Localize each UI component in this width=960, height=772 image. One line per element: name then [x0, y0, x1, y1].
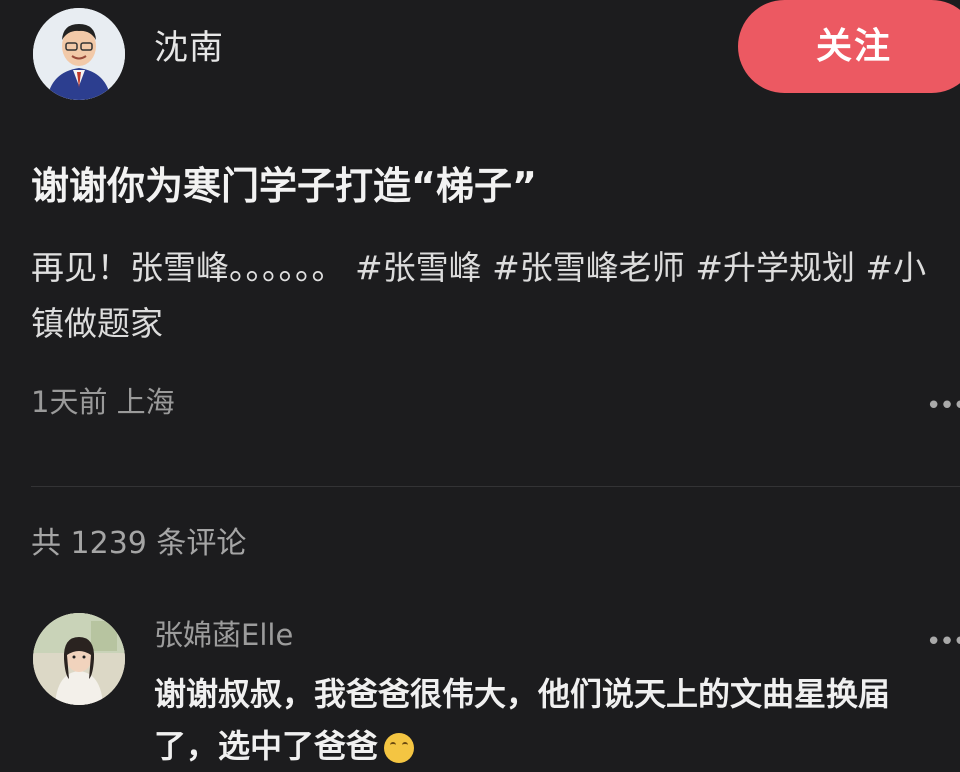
post-body: 再见！张雪峰。。。。。。 #张雪峰 #张雪峰老师 #升学规划 #小镇做题家	[31, 240, 951, 352]
post-text: 再见！张雪峰。。。。。。	[31, 248, 345, 287]
follow-button[interactable]: 关注	[738, 0, 960, 93]
comment-body: 谢谢叔叔，我爸爸很伟大，他们说天上的文曲星换届了，选中了爸爸	[154, 675, 891, 765]
post-meta: 1天前 上海	[31, 382, 175, 422]
author-name[interactable]: 沈南	[154, 26, 224, 70]
hashtag[interactable]: #升学规划	[695, 248, 855, 287]
author-avatar-image	[33, 8, 125, 100]
post-time: 1天前	[31, 385, 108, 419]
crying-face-icon	[384, 733, 415, 763]
comment-count: 共 1239 条评论	[31, 526, 247, 561]
commenter-name[interactable]: 张婂菡Elle	[154, 615, 293, 655]
hashtag[interactable]: #张雪峰老师	[492, 248, 685, 287]
divider	[31, 486, 960, 487]
post-title: 谢谢你为寒门学子打造“梯子”	[31, 164, 537, 208]
post-location: 上海	[116, 385, 175, 419]
comment-item: 张婂菡Elle ••• 谢谢叔叔，我爸爸很伟大，他们说天上的文曲星换届了，选中了…	[0, 600, 960, 765]
comment-text: 谢谢叔叔，我爸爸很伟大，他们说天上的文曲星换届了，选中了爸爸	[154, 668, 944, 772]
more-icon[interactable]: •••	[926, 393, 960, 419]
hashtag[interactable]: #张雪峰	[355, 248, 482, 287]
post-header: 沈南 关注	[0, 0, 960, 100]
commenter-avatar[interactable]	[33, 613, 125, 705]
author-avatar[interactable]	[33, 8, 125, 100]
more-icon[interactable]: •••	[926, 629, 960, 655]
commenter-avatar-image	[33, 613, 125, 705]
